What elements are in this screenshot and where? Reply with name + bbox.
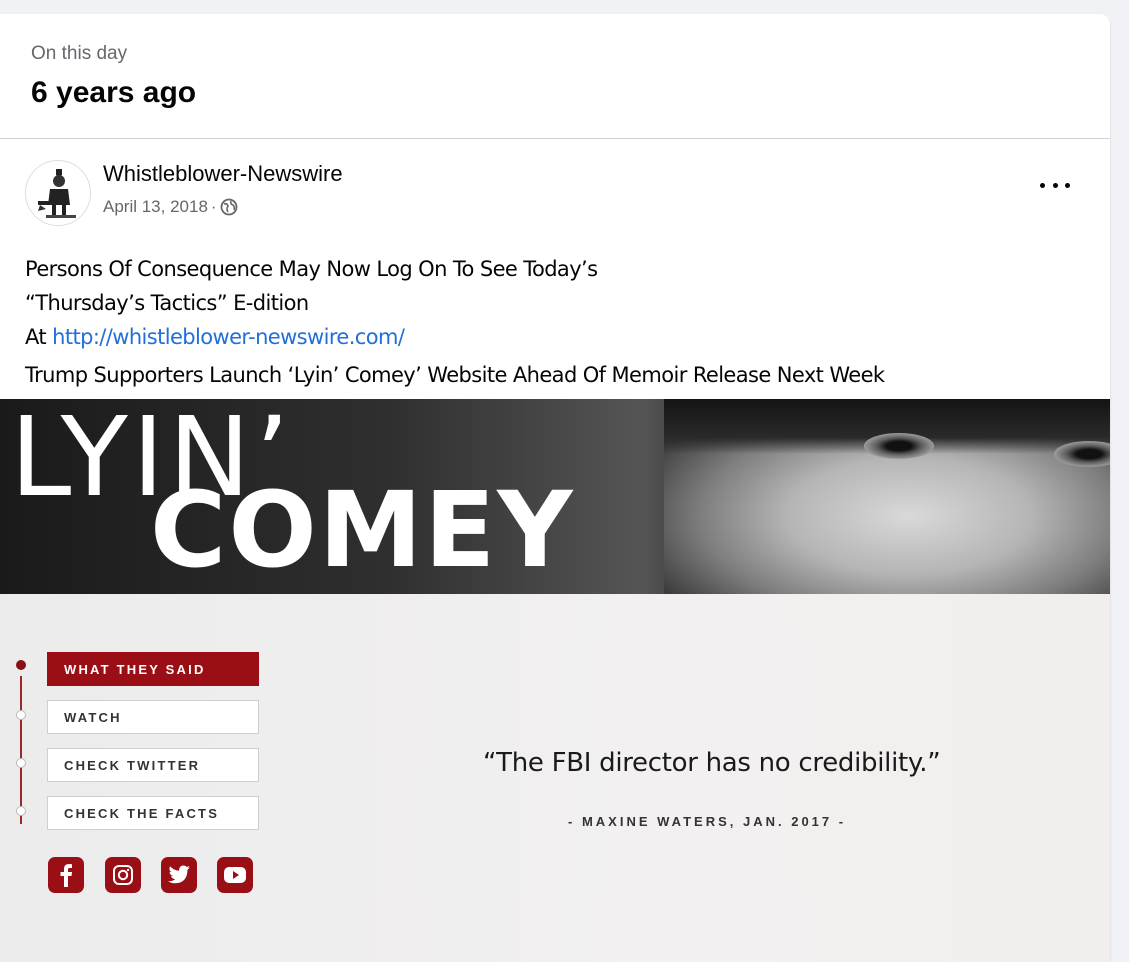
timeline-dot-active bbox=[16, 660, 26, 670]
nav-check-twitter[interactable]: CHECK TWITTER bbox=[47, 748, 259, 782]
nav-check-the-facts[interactable]: CHECK THE FACTS bbox=[47, 796, 259, 830]
timeline-dot bbox=[16, 806, 26, 816]
post-date[interactable]: April 13, 2018 bbox=[103, 197, 208, 217]
timeline-dot bbox=[16, 758, 26, 768]
facebook-icon[interactable] bbox=[48, 857, 84, 893]
nav-watch[interactable]: WATCH bbox=[47, 700, 259, 734]
nav-what-they-said[interactable]: WHAT THEY SAID bbox=[47, 652, 259, 686]
more-dot-icon bbox=[1065, 182, 1070, 188]
memory-title: 6 years ago bbox=[31, 76, 197, 109]
portrait-eye bbox=[864, 433, 934, 459]
memory-subtitle: On this day bbox=[31, 43, 128, 64]
avatar-logo-icon bbox=[26, 161, 90, 225]
banner-word-comey: COMEY bbox=[150, 469, 575, 591]
link-preview-banner[interactable]: LYIN’ COMEY bbox=[0, 399, 1110, 594]
post-text-prefix: At bbox=[25, 325, 53, 349]
instagram-icon[interactable] bbox=[105, 857, 141, 893]
more-dot-icon bbox=[1052, 182, 1058, 188]
memory-header: On this day 6 years ago bbox=[0, 14, 1110, 139]
globe-icon bbox=[220, 198, 237, 216]
youtube-icon[interactable] bbox=[217, 857, 253, 893]
post-header: Whistleblower-Newswire April 13, 2018 · bbox=[0, 139, 1110, 235]
post-author[interactable]: Whistleblower-Newswire bbox=[103, 161, 343, 187]
post-text-line: At http://whistleblower-newswire.com/ bbox=[25, 320, 597, 354]
post-link[interactable]: http://whistleblower-newswire.com/ bbox=[52, 325, 405, 349]
avatar[interactable] bbox=[25, 160, 91, 226]
post-meta: April 13, 2018 · bbox=[103, 197, 238, 217]
post-text: Persons Of Consequence May Now Log On To… bbox=[25, 252, 598, 354]
post-text-line: “Thursday’s Tactics” E-dition bbox=[25, 291, 309, 315]
link-headline[interactable]: Trump Supporters Launch ‘Lyin’ Comey’ We… bbox=[25, 363, 885, 387]
quote-text: “The FBI director has no credibility.” bbox=[483, 748, 941, 778]
portrait-eye bbox=[1054, 441, 1110, 467]
more-options-button[interactable] bbox=[1040, 175, 1070, 195]
portrait-image bbox=[664, 399, 1110, 594]
post-text-line: Persons Of Consequence May Now Log On To… bbox=[25, 257, 598, 281]
timeline-line bbox=[20, 676, 22, 824]
website-preview[interactable]: WHAT THEY SAID WATCH CHECK TWITTER CHECK… bbox=[0, 594, 1110, 962]
meta-separator: · bbox=[210, 197, 217, 216]
memory-card: On this day 6 years ago Whistleblower-Ne… bbox=[0, 14, 1110, 962]
more-dot-icon bbox=[1040, 182, 1045, 188]
quote-attribution: - MAXINE WATERS, JAN. 2017 - bbox=[568, 814, 847, 829]
timeline-dot bbox=[16, 710, 26, 720]
twitter-icon[interactable] bbox=[161, 857, 197, 893]
